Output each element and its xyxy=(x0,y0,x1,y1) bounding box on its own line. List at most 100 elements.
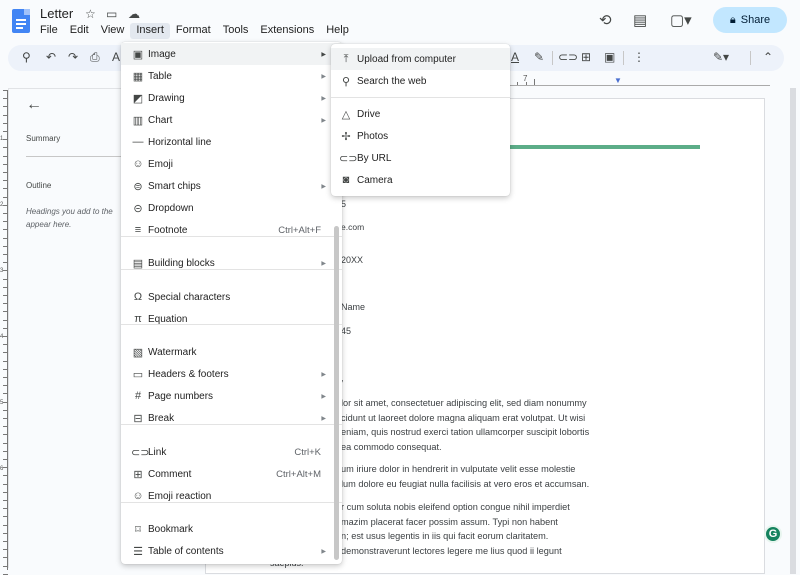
submenu-item-search-the-web[interactable]: ⚲ Search the web xyxy=(331,70,510,92)
close-outline-arrow-icon[interactable]: ← xyxy=(26,96,42,114)
share-button[interactable]: 🔒︎ Share xyxy=(713,7,787,33)
watermark-icon: ▧ xyxy=(132,346,144,359)
menu-file[interactable]: File xyxy=(34,23,64,39)
menu-item-comment[interactable]: ⊞ Comment Ctrl+Alt+M xyxy=(121,463,342,485)
menu-item-dropdown[interactable]: ⊝ Dropdown xyxy=(121,197,342,219)
outline-hint: Headings you add to the appear here. xyxy=(26,205,136,231)
chart-icon: ▥ xyxy=(132,114,144,127)
menu-tools[interactable]: Tools xyxy=(217,23,255,39)
menu-item-label: Photos xyxy=(357,130,389,142)
menu-item-horizontal-line[interactable]: — Horizontal line xyxy=(121,131,342,153)
collapse-toolbar-icon[interactable]: ⌃ xyxy=(763,50,773,64)
toolbar-divider xyxy=(623,51,624,65)
move-folder-icon[interactable]: ▭ xyxy=(106,7,117,21)
doc-paragraph[interactable]: um iriure dolor in hendrerit in vulputat… xyxy=(341,462,589,491)
submenu-arrow-icon: ▶ xyxy=(321,183,326,190)
menu-item-shortcut: Ctrl+Alt+F xyxy=(278,224,321,236)
grammarly-icon[interactable]: G xyxy=(764,525,782,543)
spellcheck-icon[interactable]: A xyxy=(112,50,120,64)
break-icon: ⊟ xyxy=(133,412,143,425)
meet-icon[interactable]: ▢▾ xyxy=(670,11,692,29)
submenu-item-drive[interactable]: △ Drive xyxy=(331,103,510,125)
document-title[interactable]: Letter xyxy=(40,6,73,21)
insert-image-icon[interactable]: ▣ xyxy=(604,50,615,64)
comments-icon[interactable]: ▤ xyxy=(633,11,647,29)
more-options-icon[interactable]: ⋮ xyxy=(633,50,645,64)
table-of-contents-icon: ☰ xyxy=(133,545,143,558)
menu-item-headers-and-footers[interactable]: ▭ Headers & footers ▶ xyxy=(121,363,342,385)
submenu-arrow-icon: ▶ xyxy=(321,51,326,58)
submenu-arrow-icon: ▶ xyxy=(321,95,326,102)
undo-icon[interactable]: ↶ xyxy=(46,50,56,64)
submenu-item-camera[interactable]: ◙ Camera xyxy=(331,169,510,191)
star-icon[interactable]: ☆ xyxy=(85,7,96,21)
submenu-item-by-url[interactable]: ⊂⊃ By URL xyxy=(331,147,510,169)
doc-paragraph[interactable]: r cum soluta nobis eleifend option congu… xyxy=(341,500,570,558)
menu-item-label: Search the web xyxy=(357,75,427,87)
print-icon[interactable]: ⎙ xyxy=(90,50,100,65)
menu-item-image[interactable]: ▣ Image ▶ xyxy=(121,43,342,65)
doc-paragraph[interactable]: lor sit amet, consectetuer adipiscing el… xyxy=(341,396,589,454)
submenu-item-photos[interactable]: ✢ Photos xyxy=(331,125,510,147)
submenu-arrow-icon: ▶ xyxy=(321,548,326,555)
outline-hint-line: Headings you add to the xyxy=(26,207,113,216)
menu-item-table-of-contents[interactable]: ☰ Table of contents ▶ xyxy=(121,540,342,562)
text-color-icon[interactable]: A xyxy=(511,50,519,64)
menu-extensions[interactable]: Extensions xyxy=(254,23,320,39)
submenu-item-upload-from-computer[interactable]: ⤒ Upload from computer xyxy=(331,48,510,70)
docs-logo-icon[interactable] xyxy=(12,9,30,33)
menu-item-table[interactable]: ▦ Table ▶ xyxy=(121,65,342,87)
menu-item-label: Special characters xyxy=(148,291,231,303)
menu-item-label: By URL xyxy=(357,152,392,164)
decorative-green-rule xyxy=(510,145,700,149)
editing-mode-icon[interactable]: ✎▾ xyxy=(713,50,729,64)
vertical-ruler[interactable]: 1 2 3 4 5 6 xyxy=(0,90,8,575)
menu-item-emoji-reaction[interactable]: ☺ Emoji reaction xyxy=(121,485,342,507)
doc-text-fragment[interactable]: 20XX xyxy=(341,255,363,265)
menu-item-chart[interactable]: ▥ Chart ▶ xyxy=(121,109,342,131)
doc-text-fragment[interactable]: 45 xyxy=(341,326,351,336)
menu-scrollbar[interactable] xyxy=(334,226,339,560)
menu-edit[interactable]: Edit xyxy=(64,23,95,39)
menu-help[interactable]: Help xyxy=(320,23,355,39)
menu-item-label: Emoji xyxy=(148,158,174,170)
insert-link-icon[interactable]: ⊂⊃ xyxy=(558,50,578,64)
doc-text-fragment[interactable]: e.com xyxy=(341,222,364,232)
menu-item-building-blocks[interactable]: ▤ Building blocks ▶ xyxy=(121,252,342,274)
right-indent-marker-icon[interactable]: ▼ xyxy=(614,76,622,85)
menu-item-label: Comment xyxy=(148,468,192,480)
drawing-icon: ◩ xyxy=(132,92,144,105)
toolbar-divider xyxy=(750,51,751,65)
menu-item-special-characters[interactable]: Ω Special characters xyxy=(121,286,342,308)
version-history-icon[interactable]: ⟲ xyxy=(599,11,612,29)
menu-item-watermark[interactable]: ▧ Watermark xyxy=(121,341,342,363)
headers-footers-icon: ▭ xyxy=(132,368,144,381)
submenu-arrow-icon: ▶ xyxy=(321,260,326,267)
cloud-saved-icon[interactable]: ☁ xyxy=(128,7,140,21)
doc-line: mazim placerat facer possim assum. Typi … xyxy=(341,516,558,527)
add-comment-icon[interactable]: ⊞ xyxy=(581,50,591,64)
menu-view[interactable]: View xyxy=(95,23,131,39)
menu-insert[interactable]: Insert xyxy=(130,23,170,39)
menu-item-emoji[interactable]: ☺ Emoji xyxy=(121,153,342,175)
menu-item-drawing[interactable]: ◩ Drawing ▶ xyxy=(121,87,342,109)
redo-icon[interactable]: ↷ xyxy=(68,50,78,64)
menu-item-link[interactable]: ⊂⊃ Link Ctrl+K xyxy=(121,441,342,463)
menu-item-page-numbers[interactable]: # Page numbers ▶ xyxy=(121,385,342,407)
footnote-icon: ≡ xyxy=(134,224,142,236)
menu-item-bookmark[interactable]: ⌑ Bookmark xyxy=(121,518,342,540)
menu-item-smart-chips[interactable]: ⊜ Smart chips ▶ xyxy=(121,175,342,197)
document-scrollbar[interactable] xyxy=(790,88,796,574)
highlight-icon[interactable]: ✎ xyxy=(534,50,544,64)
menu-item-footnote[interactable]: ≡ Footnote Ctrl+Alt+F xyxy=(121,219,342,241)
summary-label: Summary xyxy=(26,134,61,143)
menu-item-equation[interactable]: π Equation xyxy=(121,308,342,330)
emoji-icon: ☺ xyxy=(132,158,144,170)
doc-line: um iriure dolor in hendrerit in vulputat… xyxy=(341,464,576,474)
image-submenu: ⤒ Upload from computer ⚲ Search the web △ Dri… xyxy=(331,44,510,196)
menu-format[interactable]: Format xyxy=(170,23,217,39)
search-menus-icon[interactable]: ⚲ xyxy=(22,50,31,64)
menu-item-break[interactable]: ⊟ Break ▶ xyxy=(121,407,342,429)
doc-line: lor sit amet, consectetuer adipiscing el… xyxy=(341,398,587,408)
doc-text-fragment[interactable]: Name xyxy=(341,302,365,312)
